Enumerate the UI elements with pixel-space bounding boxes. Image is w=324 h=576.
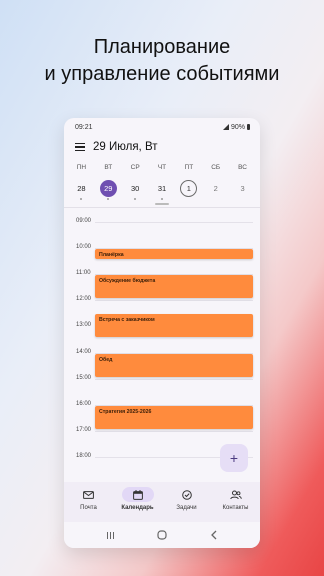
week-drag-handle[interactable]	[155, 203, 169, 205]
event-indicator-dot	[107, 198, 110, 200]
weekday-label: ПТ	[184, 164, 194, 171]
hour-label: 11:00	[76, 270, 91, 277]
event-block[interactable]: Стратегия 2025-2026	[95, 405, 253, 429]
weekday-label: СБ	[211, 164, 221, 171]
event-indicator-dot	[134, 198, 137, 200]
promo-headline: Планирование и управление событиями	[0, 34, 324, 88]
status-time: 09:21	[75, 123, 93, 131]
event-title: Стратегия 2025-2026	[99, 408, 152, 415]
week-dates: 28 29 30 31 1 2 3	[64, 180, 260, 200]
battery-percent: 90%	[230, 123, 245, 131]
hamburger-menu-icon[interactable]	[75, 143, 85, 151]
nav-label: Контакты	[222, 505, 249, 511]
headline-line-1: Планирование	[93, 36, 231, 58]
nav-label: Календарь	[121, 505, 154, 511]
weekday-header: ПН ВТ СР ЧТ ПТ СБ ВС	[64, 164, 260, 174]
date-cell[interactable]: 31	[149, 180, 176, 200]
date-cell[interactable]: 3	[229, 180, 256, 200]
date-number: 31	[157, 184, 167, 193]
date-cell[interactable]: 2	[202, 180, 229, 200]
nav-label: Задачи	[176, 505, 197, 511]
contacts-icon	[220, 487, 252, 502]
home-icon[interactable]	[157, 530, 167, 540]
hour-label: 12:00	[76, 296, 92, 303]
hour-label: 09:00	[76, 218, 92, 224]
event-title: Планёрка	[99, 252, 124, 259]
nav-label: Почта	[80, 505, 97, 511]
phone-screen: 09:21 90% 29 Июля, Вт ПН ВТ СР ЧТ ПТ СБ …	[64, 118, 260, 548]
today-date: 29	[99, 180, 117, 197]
event-block[interactable]: Обсуждение бюджета	[95, 275, 253, 299]
weekday-label: ПН	[76, 164, 87, 171]
date-number: 30	[130, 184, 140, 193]
date-cell[interactable]: 29	[95, 180, 122, 200]
signal-icon	[222, 124, 229, 130]
event-indicator-dot	[80, 198, 83, 200]
plus-icon: +	[229, 450, 239, 466]
hour-row: 15:00	[64, 375, 260, 381]
hour-label: 10:00	[76, 244, 92, 251]
hour-label: 17:00	[76, 426, 92, 433]
calendar-icon	[121, 487, 154, 502]
hour-gridline	[95, 300, 253, 302]
hour-label: 13:00	[76, 322, 92, 329]
hour-label: 16:00	[76, 400, 92, 407]
event-title: Встреча с заказчиком	[99, 317, 155, 324]
status-indicators: 90%	[222, 123, 250, 131]
date-number: 28	[77, 184, 86, 193]
add-event-button[interactable]: +	[220, 444, 248, 472]
headline-line-2: и управление событиями	[44, 63, 280, 85]
nav-item-contacts[interactable]: Контакты	[211, 482, 260, 522]
nav-item-mail[interactable]: Почта	[64, 482, 113, 522]
mail-icon	[73, 487, 105, 502]
weekday-label: ЧТ	[157, 164, 167, 171]
hour-gridline	[95, 378, 253, 380]
event-title: Обед	[99, 356, 113, 363]
hour-label: 14:00	[76, 348, 92, 355]
check-circle-icon	[171, 487, 203, 502]
event-title: Обсуждение бюджета	[99, 278, 156, 285]
battery-icon	[247, 124, 250, 130]
date-cell[interactable]: 30	[122, 180, 149, 200]
hour-gridline	[95, 430, 253, 432]
date-number: 3	[240, 184, 245, 193]
system-navigation-bar	[64, 522, 260, 548]
day-timeline[interactable]: 09:00 10:00 11:00 12:00 13:00 14:00 15:00 16:00…	[64, 208, 260, 474]
weekday-label: СР	[130, 164, 140, 171]
bottom-navigation: Почта Календарь Задачи Контакты	[64, 482, 260, 522]
app-bar: 29 Июля, Вт	[64, 136, 260, 158]
date-number: 2	[213, 184, 218, 193]
weekday-label: ВТ	[104, 164, 113, 171]
event-indicator-dot	[161, 198, 163, 200]
event-block[interactable]: Планёрка	[95, 249, 253, 260]
hour-row: 09:00	[64, 218, 260, 224]
recents-icon[interactable]	[105, 530, 115, 540]
status-bar: 09:21 90%	[64, 118, 260, 136]
app-bar-title[interactable]: 29 Июля, Вт	[93, 141, 158, 153]
date-cell[interactable]: 28	[68, 180, 95, 200]
date-number: 1	[180, 180, 198, 197]
event-block[interactable]: Встреча с заказчиком	[95, 314, 253, 338]
nav-item-check-circle[interactable]: Задачи	[162, 482, 211, 522]
hour-row: 12:00	[64, 296, 260, 302]
hour-label: 18:00	[76, 452, 92, 459]
hour-row: 17:00	[64, 427, 260, 433]
nav-item-calendar[interactable]: Календарь	[113, 482, 162, 522]
hour-gridline	[95, 222, 253, 223]
hour-label: 15:00	[76, 374, 92, 381]
weekday-label: ВС	[238, 164, 247, 171]
date-cell[interactable]: 1	[175, 180, 202, 200]
back-icon[interactable]	[209, 530, 219, 540]
event-block[interactable]: Обед	[95, 353, 253, 377]
